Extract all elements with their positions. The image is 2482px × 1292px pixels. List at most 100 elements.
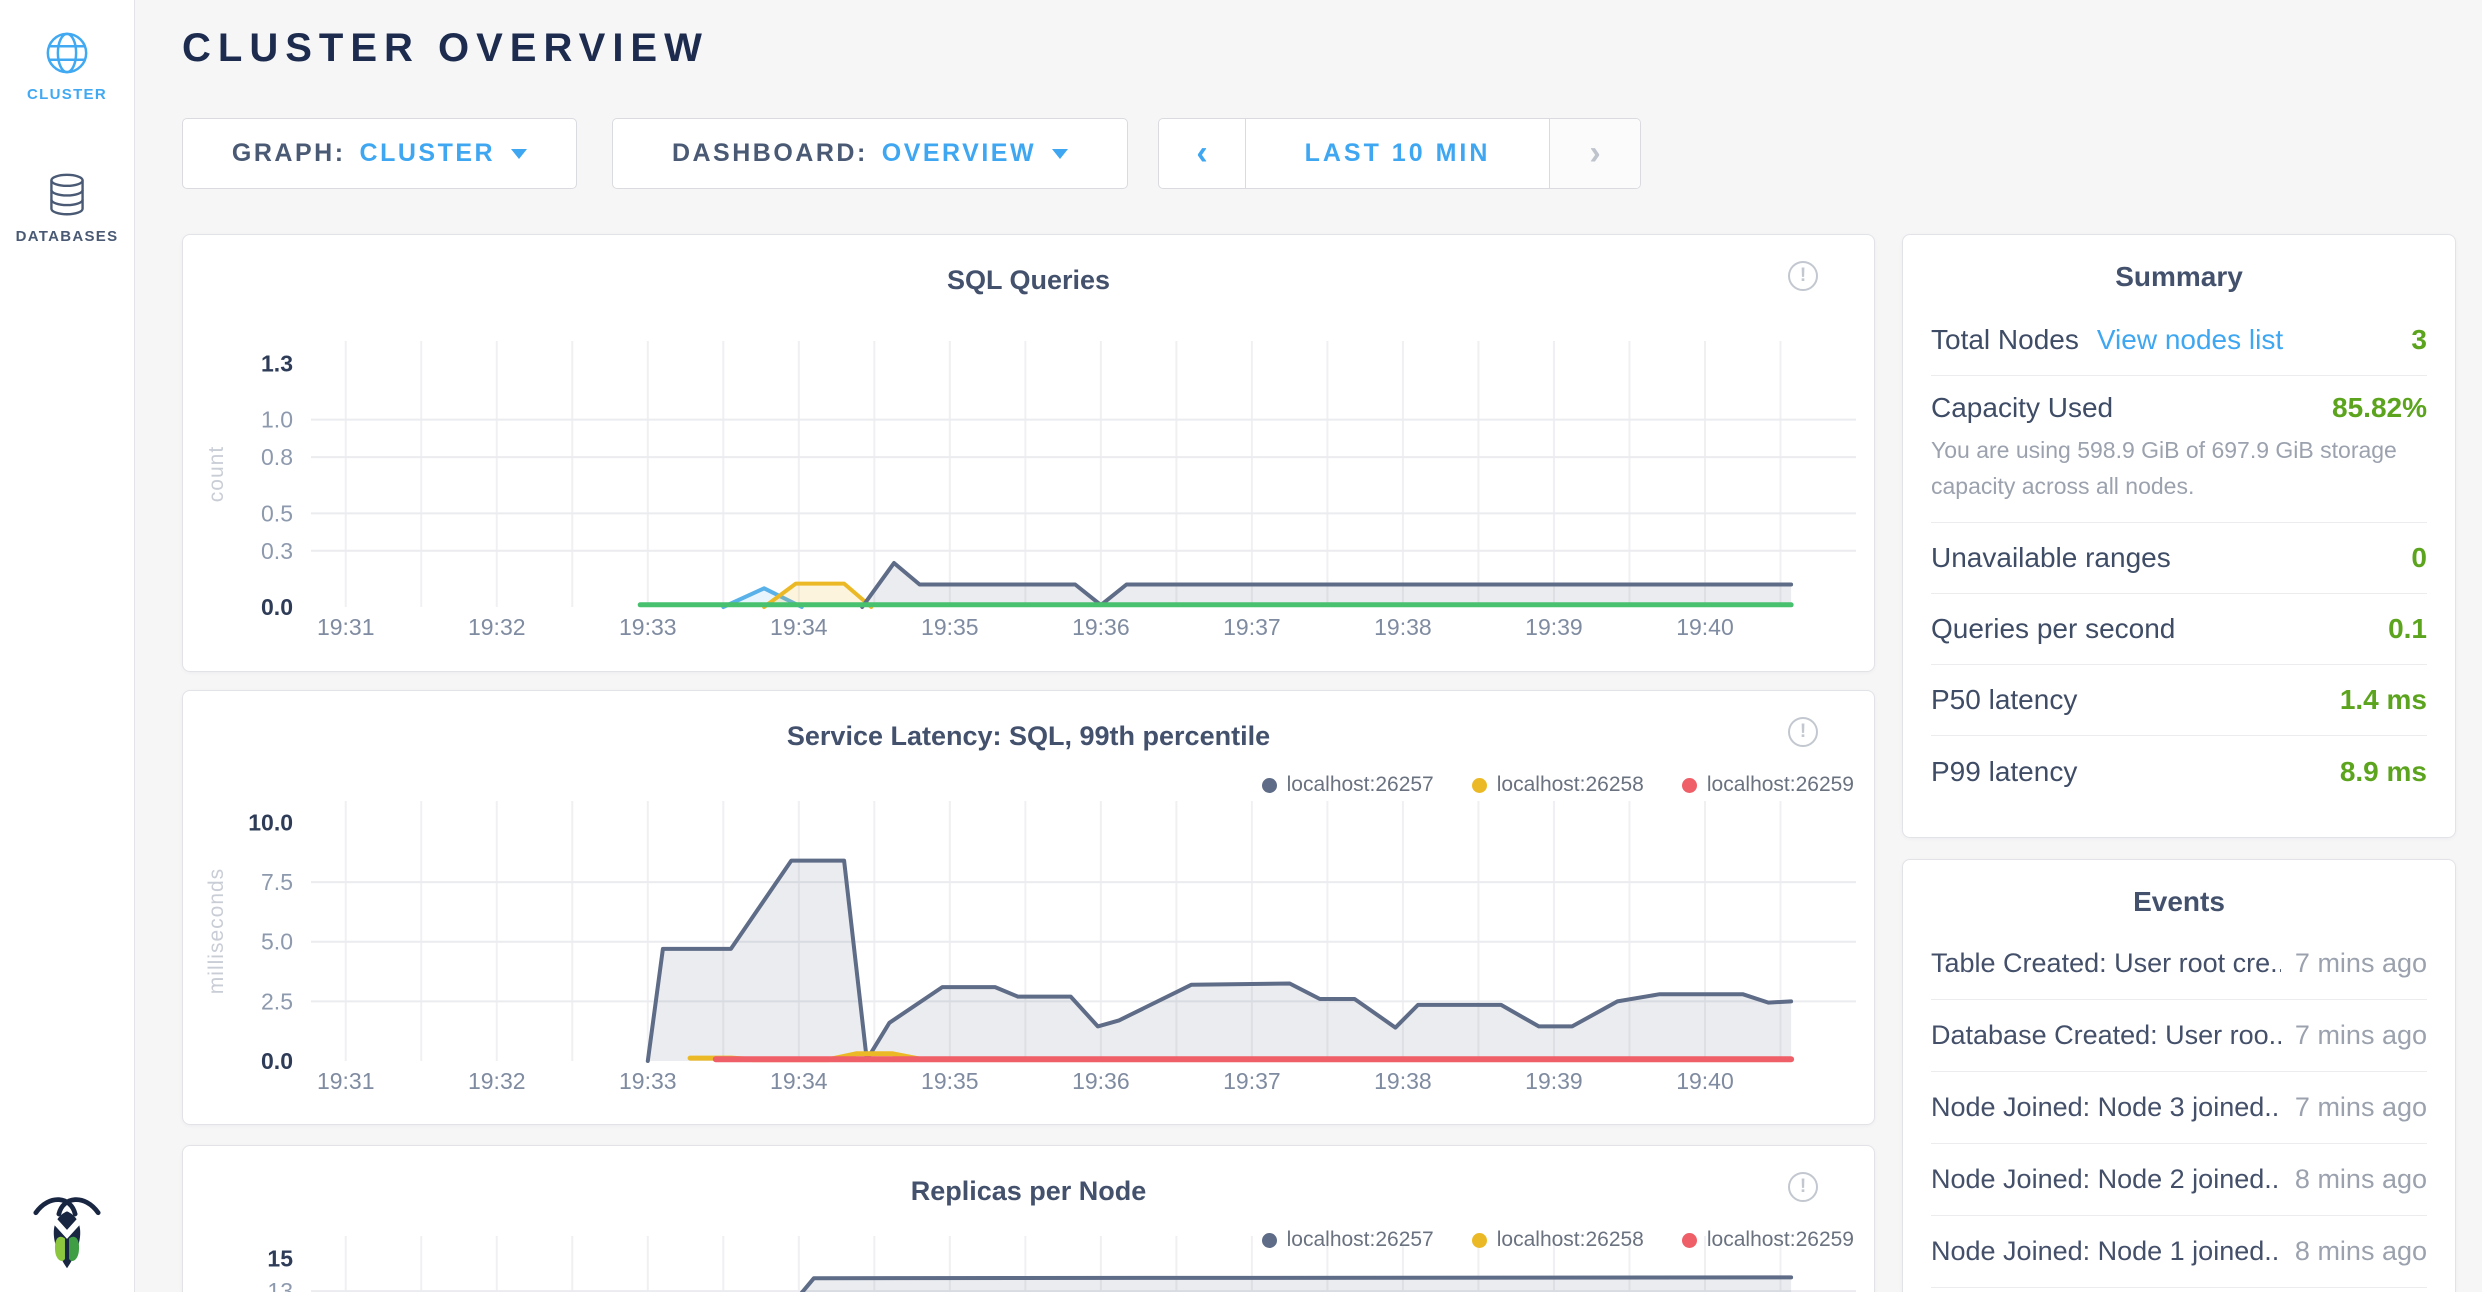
svg-text:0.0: 0.0 [261, 1048, 293, 1074]
svg-text:19:38: 19:38 [1374, 1068, 1432, 1094]
svg-text:19:36: 19:36 [1072, 614, 1130, 640]
svg-text:19:32: 19:32 [468, 1068, 526, 1094]
summary-row-unavailable-ranges: Unavailable ranges 0 [1931, 523, 2427, 594]
legend-dot-icon [1682, 1233, 1697, 1248]
event-row: Node Joined: Node 1 joined... 8 mins ago [1931, 1216, 2427, 1288]
svg-text:0.0: 0.0 [261, 594, 293, 620]
chevron-down-icon [511, 149, 527, 159]
event-text: Node Joined: Node 3 joined... [1931, 1092, 2281, 1123]
summary-title: Summary [1931, 261, 2427, 293]
svg-text:19:34: 19:34 [770, 614, 828, 640]
event-time: 7 mins ago [2295, 1020, 2427, 1051]
events-panel: Events Table Created: User root cre... 7… [1902, 859, 2456, 1292]
legend-item: localhost:26257 [1262, 773, 1434, 797]
events-title: Events [1931, 886, 2427, 918]
page-title: CLUSTER OVERVIEW [182, 26, 709, 71]
svg-text:19:31: 19:31 [317, 1068, 375, 1094]
sql-queries-chart[interactable]: 0.00.30.50.81.01.319:3119:3219:3319:3419… [183, 235, 1875, 671]
cockroachdb-logo [0, 1191, 134, 1276]
event-text: Table Created: User root cre... [1931, 948, 2281, 979]
chevron-down-icon [1052, 149, 1068, 159]
dashboard-dropdown[interactable]: DASHBOARD: OVERVIEW [612, 118, 1128, 189]
legend-dot-icon [1472, 1233, 1487, 1248]
svg-text:0.8: 0.8 [261, 444, 293, 470]
event-row: Node Joined: Node 2 joined... 8 mins ago [1931, 1144, 2427, 1216]
sidebar-item-databases[interactable]: DATABASES [0, 172, 134, 245]
time-range-picker: ‹ LAST 10 MIN › [1158, 118, 1641, 189]
svg-text:19:37: 19:37 [1223, 1068, 1281, 1094]
svg-text:0.5: 0.5 [261, 500, 293, 526]
summary-row-queries-per-second: Queries per second 0.1 [1931, 594, 2427, 665]
y-axis-unit-label: count [205, 446, 229, 502]
sidebar-item-label: CLUSTER [0, 86, 134, 103]
svg-text:15: 15 [267, 1246, 293, 1272]
queries-per-second-value: 0.1 [2388, 613, 2427, 645]
svg-text:1.0: 1.0 [261, 407, 293, 433]
svg-text:7.5: 7.5 [261, 869, 293, 895]
unavailable-ranges-label: Unavailable ranges [1931, 542, 2171, 574]
info-icon[interactable]: ! [1788, 717, 1818, 747]
chart-title: Service Latency: SQL, 99th percentile [183, 721, 1874, 752]
event-time: 7 mins ago [2295, 948, 2427, 979]
summary-row-p50-latency: P50 latency 1.4 ms [1931, 665, 2427, 736]
capacity-used-value: 85.82% [2332, 392, 2427, 424]
event-time: 8 mins ago [2295, 1236, 2427, 1267]
svg-text:19:40: 19:40 [1676, 1068, 1734, 1094]
event-text: Database Created: User roo... [1931, 1020, 2281, 1051]
event-text: Node Joined: Node 1 joined... [1931, 1236, 2281, 1267]
legend-dot-icon [1682, 778, 1697, 793]
svg-text:19:40: 19:40 [1676, 614, 1734, 640]
time-range-button[interactable]: LAST 10 MIN [1245, 119, 1550, 188]
event-row: Node Joined: Node 3 joined... 7 mins ago [1931, 1072, 2427, 1144]
legend-item: localhost:26258 [1472, 773, 1644, 797]
event-time: 8 mins ago [2295, 1164, 2427, 1195]
legend-item: localhost:26259 [1682, 1228, 1854, 1252]
dashboard-dropdown-label: DASHBOARD: [672, 139, 868, 168]
graph-dropdown[interactable]: GRAPH: CLUSTER [182, 118, 577, 189]
graph-dropdown-value: CLUSTER [360, 139, 496, 168]
time-next-button[interactable]: › [1550, 119, 1640, 188]
legend-item: localhost:26259 [1682, 773, 1854, 797]
database-icon [45, 172, 89, 218]
view-nodes-list-link[interactable]: View nodes list [2097, 324, 2283, 355]
y-axis-unit-label: milliseconds [205, 868, 229, 994]
svg-text:19:31: 19:31 [317, 614, 375, 640]
svg-text:19:39: 19:39 [1525, 614, 1583, 640]
capacity-used-subtext: You are using 598.9 GiB of 697.9 GiB sto… [1931, 432, 2427, 504]
p50-latency-value: 1.4 ms [2340, 684, 2427, 716]
summary-panel: Summary Total NodesView nodes list 3 Cap… [1902, 234, 2456, 838]
p99-latency-label: P99 latency [1931, 756, 2077, 788]
capacity-used-label: Capacity Used [1931, 392, 2113, 424]
svg-text:13: 13 [267, 1278, 293, 1292]
svg-text:19:35: 19:35 [921, 1068, 979, 1094]
chart-title: SQL Queries [183, 265, 1874, 296]
legend-item: localhost:26258 [1472, 1228, 1644, 1252]
replicas-per-node-panel: Replicas per Node ! localhost:26257local… [182, 1145, 1875, 1292]
event-row: Table Created: User root cre... 7 mins a… [1931, 928, 2427, 1000]
service-latency-panel: Service Latency: SQL, 99th percentile ! … [182, 690, 1875, 1125]
summary-row-capacity: Capacity Used 85.82% You are using 598.9… [1931, 376, 2427, 523]
svg-text:10.0: 10.0 [248, 809, 293, 835]
sql-queries-panel: SQL Queries ! count 0.0 0.3 0.5 0.8 1.0 1.3 19… [182, 234, 1875, 672]
svg-text:5.0: 5.0 [261, 929, 293, 955]
legend-dot-icon [1262, 1233, 1277, 1248]
dashboard-dropdown-value: OVERVIEW [882, 139, 1036, 168]
summary-row-total-nodes: Total NodesView nodes list 3 [1931, 305, 2427, 376]
svg-text:1.3: 1.3 [261, 350, 293, 376]
chart-legend: localhost:26257 localhost:26258 localhost:… [1262, 773, 1854, 797]
p50-latency-label: P50 latency [1931, 684, 2077, 716]
info-icon[interactable]: ! [1788, 261, 1818, 291]
total-nodes-label: Total Nodes [1931, 324, 2079, 355]
summary-row-p99-latency: P99 latency 8.9 ms [1931, 736, 2427, 807]
info-icon[interactable]: ! [1788, 1172, 1818, 1202]
event-row: Database Created: User roo... 7 mins ago [1931, 1000, 2427, 1072]
time-prev-button[interactable]: ‹ [1159, 119, 1245, 188]
svg-text:19:36: 19:36 [1072, 1068, 1130, 1094]
sidebar-item-cluster[interactable]: CLUSTER [0, 30, 134, 103]
legend-item: localhost:26257 [1262, 1228, 1434, 1252]
service-latency-chart[interactable]: 0.02.55.07.510.019:3119:3219:3319:3419:3… [183, 691, 1875, 1124]
svg-text:0.3: 0.3 [261, 538, 293, 564]
event-time: 7 mins ago [2295, 1092, 2427, 1123]
svg-text:19:33: 19:33 [619, 1068, 677, 1094]
replicas-per-node-chart[interactable]: 131519:3119:3219:3319:3419:3519:3619:371… [183, 1146, 1875, 1292]
